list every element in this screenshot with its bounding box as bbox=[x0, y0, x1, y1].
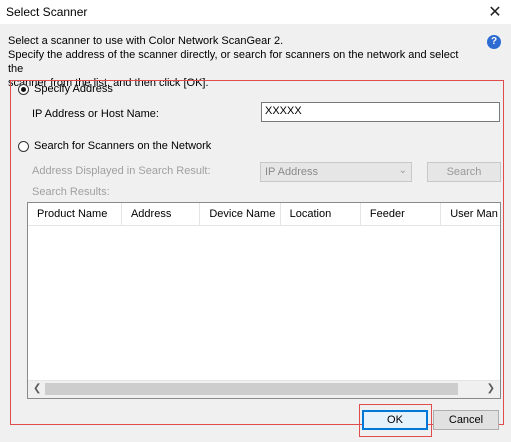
search-network-radio[interactable] bbox=[18, 140, 29, 152]
column-header-address[interactable]: Address bbox=[122, 203, 201, 225]
search-results-table[interactable]: Product Name Address Device Name Locatio… bbox=[27, 202, 501, 399]
cancel-button[interactable]: Cancel bbox=[433, 410, 499, 430]
close-icon[interactable]: ✕ bbox=[479, 0, 511, 24]
instructions-line: Select a scanner to use with Color Netwo… bbox=[8, 35, 284, 47]
column-header-device-name[interactable]: Device Name bbox=[200, 203, 281, 225]
chevron-down-icon: ⌄ bbox=[398, 165, 407, 176]
scroll-left-icon[interactable]: ❮ bbox=[33, 383, 41, 394]
ok-button[interactable]: OK bbox=[362, 410, 428, 430]
dialog-body: Select a scanner to use with Color Netwo… bbox=[0, 24, 511, 442]
search-button[interactable]: Search bbox=[427, 162, 501, 182]
ip-address-label: IP Address or Host Name: bbox=[32, 108, 159, 120]
horizontal-scrollbar[interactable]: ❮ ❯ bbox=[28, 380, 500, 398]
scrollbar-thumb[interactable] bbox=[45, 383, 458, 395]
title-bar: Select Scanner ✕ bbox=[0, 0, 511, 25]
address-display-select[interactable]: IP Address ⌄ bbox=[260, 162, 412, 182]
specify-address-option[interactable]: Specify Address bbox=[18, 83, 113, 95]
search-network-label: Search for Scanners on the Network bbox=[34, 140, 212, 152]
search-results-label: Search Results: bbox=[32, 186, 110, 198]
search-network-option[interactable]: Search for Scanners on the Network bbox=[18, 140, 211, 152]
window-title: Select Scanner bbox=[6, 5, 88, 19]
specify-address-label: Specify Address bbox=[34, 83, 113, 95]
column-header-product-name[interactable]: Product Name bbox=[28, 203, 122, 225]
specify-address-radio[interactable] bbox=[18, 83, 29, 95]
table-header: Product Name Address Device Name Locatio… bbox=[28, 203, 500, 226]
column-header-feeder[interactable]: Feeder bbox=[361, 203, 442, 225]
ip-address-input[interactable]: XXXXX bbox=[261, 102, 500, 122]
instructions-line: Specify the address of the scanner direc… bbox=[8, 49, 459, 75]
address-display-value: IP Address bbox=[265, 166, 318, 178]
column-header-location[interactable]: Location bbox=[281, 203, 361, 225]
scroll-right-icon[interactable]: ❯ bbox=[487, 383, 495, 394]
column-header-user-man[interactable]: User Man bbox=[441, 203, 500, 225]
address-display-label: Address Displayed in Search Result: bbox=[32, 165, 211, 177]
help-icon[interactable]: ? bbox=[487, 35, 501, 49]
